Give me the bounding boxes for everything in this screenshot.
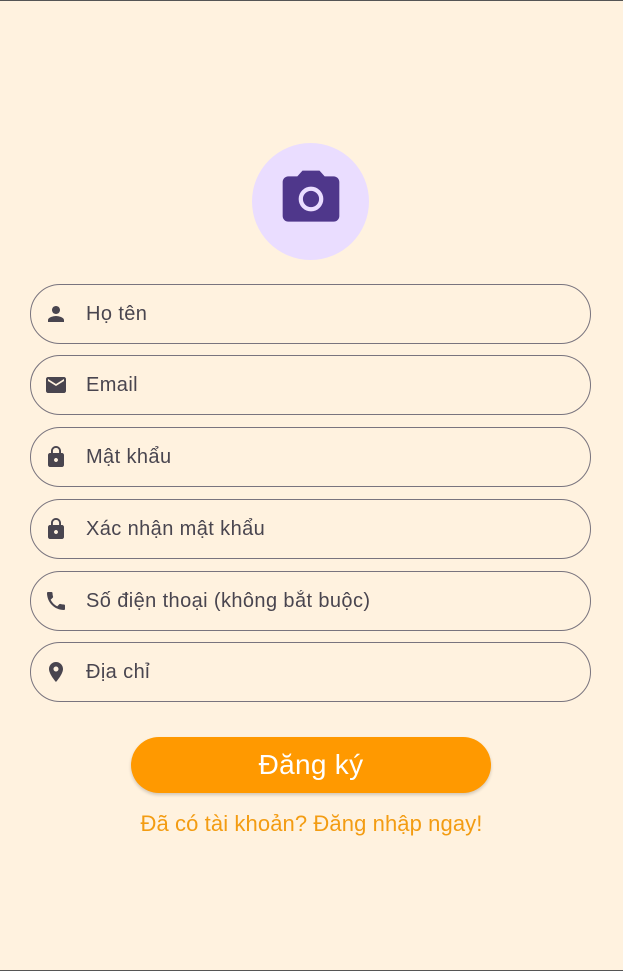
address-field[interactable]	[30, 642, 591, 702]
register-button-label: Đăng ký	[258, 749, 364, 780]
full-name-input[interactable]	[86, 302, 556, 326]
phone-input[interactable]	[86, 589, 556, 613]
location-pin-icon	[44, 660, 68, 684]
lock-icon	[44, 445, 68, 469]
person-icon	[44, 302, 68, 326]
phone-field[interactable]	[30, 571, 591, 631]
full-name-field[interactable]	[30, 284, 591, 344]
confirm-password-input[interactable]	[86, 517, 556, 541]
avatar-picker[interactable]	[252, 143, 369, 260]
phone-icon	[44, 589, 68, 613]
address-input[interactable]	[86, 660, 556, 684]
password-field[interactable]	[30, 427, 591, 487]
confirm-password-field[interactable]	[30, 499, 591, 559]
password-input[interactable]	[86, 445, 556, 469]
camera-icon	[277, 165, 345, 238]
mail-icon	[44, 373, 68, 397]
email-input[interactable]	[86, 373, 556, 397]
register-button[interactable]: Đăng ký	[131, 737, 491, 793]
login-link[interactable]: Đã có tài khoản? Đăng nhập ngay!	[0, 811, 623, 837]
email-field[interactable]	[30, 355, 591, 415]
lock-icon	[44, 517, 68, 541]
